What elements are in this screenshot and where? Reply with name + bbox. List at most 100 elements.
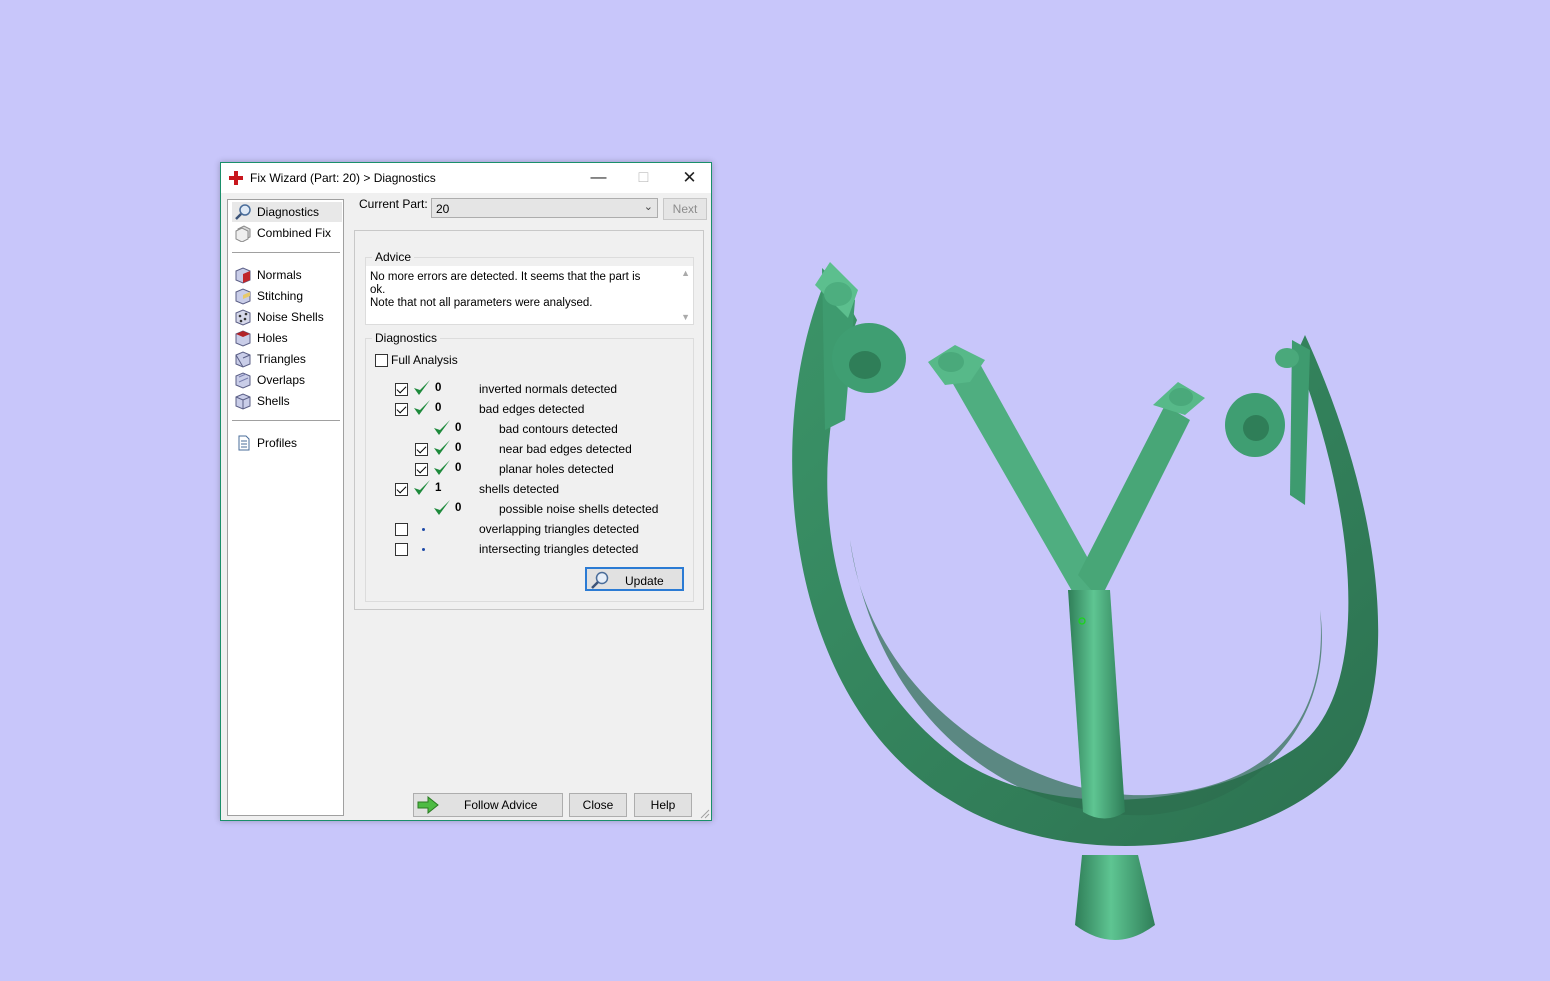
holes-cube-icon (235, 330, 251, 347)
advice-line-1: No more errors are detected. It seems th… (370, 271, 641, 296)
green-check-icon (414, 400, 430, 415)
diagnostic-label: bad contours detected (499, 422, 618, 436)
nav-label: Combined Fix (257, 226, 332, 240)
diagnostic-count: 0 (455, 422, 462, 434)
resize-grip-icon[interactable] (700, 809, 710, 819)
green-check-icon (434, 440, 450, 455)
noise-shells-icon (235, 309, 251, 326)
full-analysis-checkbox[interactable] (375, 354, 388, 367)
diagnostic-label: inverted normals detected (479, 382, 618, 396)
title-bar[interactable]: Fix Wizard (Part: 20) > Diagnostics — □ … (221, 163, 711, 193)
triangles-cube-icon (235, 351, 251, 368)
scroll-up-icon[interactable]: ▲ (681, 268, 690, 278)
document-icon (238, 435, 250, 451)
nav-item-overlaps[interactable]: Overlaps (232, 370, 342, 390)
nav-label: Profiles (257, 436, 298, 450)
green-check-icon (434, 420, 450, 435)
magnifier-icon (235, 204, 251, 220)
diagnostics-title: Diagnostics (372, 331, 441, 345)
advice-textbox[interactable]: No more errors are detected. It seems th… (366, 266, 693, 324)
diagnostic-label: possible noise shells detected (499, 502, 659, 516)
diagnostic-count: 0 (435, 382, 442, 394)
nav-item-diagnostics[interactable]: Diagnostics (232, 202, 342, 222)
nav-item-triangles[interactable]: Triangles (232, 349, 342, 369)
green-check-icon (414, 380, 430, 395)
help-button[interactable]: Help (634, 793, 692, 817)
window-title: Fix Wizard (Part: 20) > Diagnostics (250, 171, 436, 185)
diagnostic-count: 0 (435, 402, 442, 414)
nav-label: Triangles (257, 352, 306, 366)
nav-item-holes[interactable]: Holes (232, 328, 342, 348)
advice-title: Advice (372, 250, 415, 264)
diagnostic-count: 1 (435, 482, 442, 494)
diagnostic-checkbox[interactable] (395, 483, 408, 496)
nav-label: Shells (257, 394, 290, 408)
nav-label: Holes (257, 331, 288, 345)
nav-label: Normals (257, 268, 302, 282)
wizard-nav: Diagnostics Combined Fix Normals Stitchi… (227, 199, 344, 816)
stitching-cube-icon (235, 288, 251, 305)
nav-label: Diagnostics (257, 205, 320, 219)
nav-item-noise-shells[interactable]: Noise Shells (232, 307, 342, 327)
nav-label: Noise Shells (257, 310, 324, 324)
green-check-icon (434, 460, 450, 475)
advice-line-2: Note that not all parameters were analys… (370, 297, 593, 309)
update-button[interactable]: Update (585, 567, 684, 591)
shells-cube-icon (235, 393, 251, 410)
fix-wizard-window: Fix Wizard (Part: 20) > Diagnostics — □ … (220, 162, 712, 821)
nav-label: Stitching (257, 289, 304, 303)
diagnostic-label: overlapping triangles detected (479, 522, 640, 536)
diagnostic-count: 0 (455, 502, 462, 514)
diagnostic-checkbox[interactable] (395, 523, 408, 536)
advice-group: Advice No more errors are detected. It s… (365, 250, 694, 325)
arrow-right-icon (417, 796, 439, 814)
diagnostic-label: shells detected (479, 482, 560, 496)
diagnostics-group: Diagnostics Full Analysis 0 inverted norm… (365, 331, 694, 602)
close-window-button[interactable]: ✕ (667, 163, 712, 193)
diagnostic-label: bad edges detected (479, 402, 585, 416)
maximize-button[interactable]: □ (621, 163, 666, 193)
next-button[interactable]: Next (663, 198, 707, 220)
content-frame: Advice No more errors are detected. It s… (354, 230, 704, 610)
scroll-down-icon[interactable]: ▼ (681, 312, 690, 322)
diagnostic-count: 0 (455, 462, 462, 474)
diagnostic-checkbox[interactable] (415, 463, 428, 476)
magnifier-icon (591, 571, 609, 589)
nav-item-shells[interactable]: Shells (232, 391, 342, 411)
nav-item-combined-fix[interactable]: Combined Fix (232, 223, 342, 243)
nav-item-profiles[interactable]: Profiles (232, 433, 342, 453)
follow-advice-button[interactable]: Follow Advice (413, 793, 563, 817)
minimize-button[interactable]: — (576, 163, 621, 193)
cube-stack-icon (235, 225, 251, 242)
current-part-value: 20 (436, 202, 450, 216)
full-analysis-label: Full Analysis (391, 353, 458, 367)
diagnostic-label: near bad edges detected (499, 442, 632, 456)
diagnostic-count: 0 (455, 442, 462, 454)
diagnostic-checkbox[interactable] (395, 403, 408, 416)
green-check-icon (434, 500, 450, 515)
diagnostic-checkbox[interactable] (415, 443, 428, 456)
diagnostic-checkbox[interactable] (395, 383, 408, 396)
update-label: Update (625, 574, 664, 588)
diagnostic-label: planar holes detected (499, 462, 614, 476)
advice-text: No more errors are detected. It seems th… (370, 271, 655, 310)
nav-label: Overlaps (257, 373, 306, 387)
nav-item-stitching[interactable]: Stitching (232, 286, 342, 306)
normals-cube-icon (235, 267, 251, 284)
pending-dot-icon (422, 548, 425, 551)
diagnostic-checkbox[interactable] (395, 543, 408, 556)
nav-item-normals[interactable]: Normals (232, 265, 342, 285)
nav-divider (232, 420, 340, 421)
3d-model-viewport[interactable] (720, 200, 1550, 981)
close-button[interactable]: Close (569, 793, 627, 817)
red-cross-icon (229, 171, 243, 185)
overlaps-cube-icon (235, 372, 251, 389)
current-part-select[interactable]: 20 ⌄ (431, 198, 658, 218)
diagnostic-label: intersecting triangles detected (479, 542, 639, 556)
chevron-down-icon: ⌄ (643, 201, 653, 213)
green-check-icon (414, 480, 430, 495)
nav-divider (232, 252, 340, 253)
support-model (792, 262, 1379, 940)
pending-dot-icon (422, 528, 425, 531)
follow-advice-label: Follow Advice (464, 798, 538, 812)
